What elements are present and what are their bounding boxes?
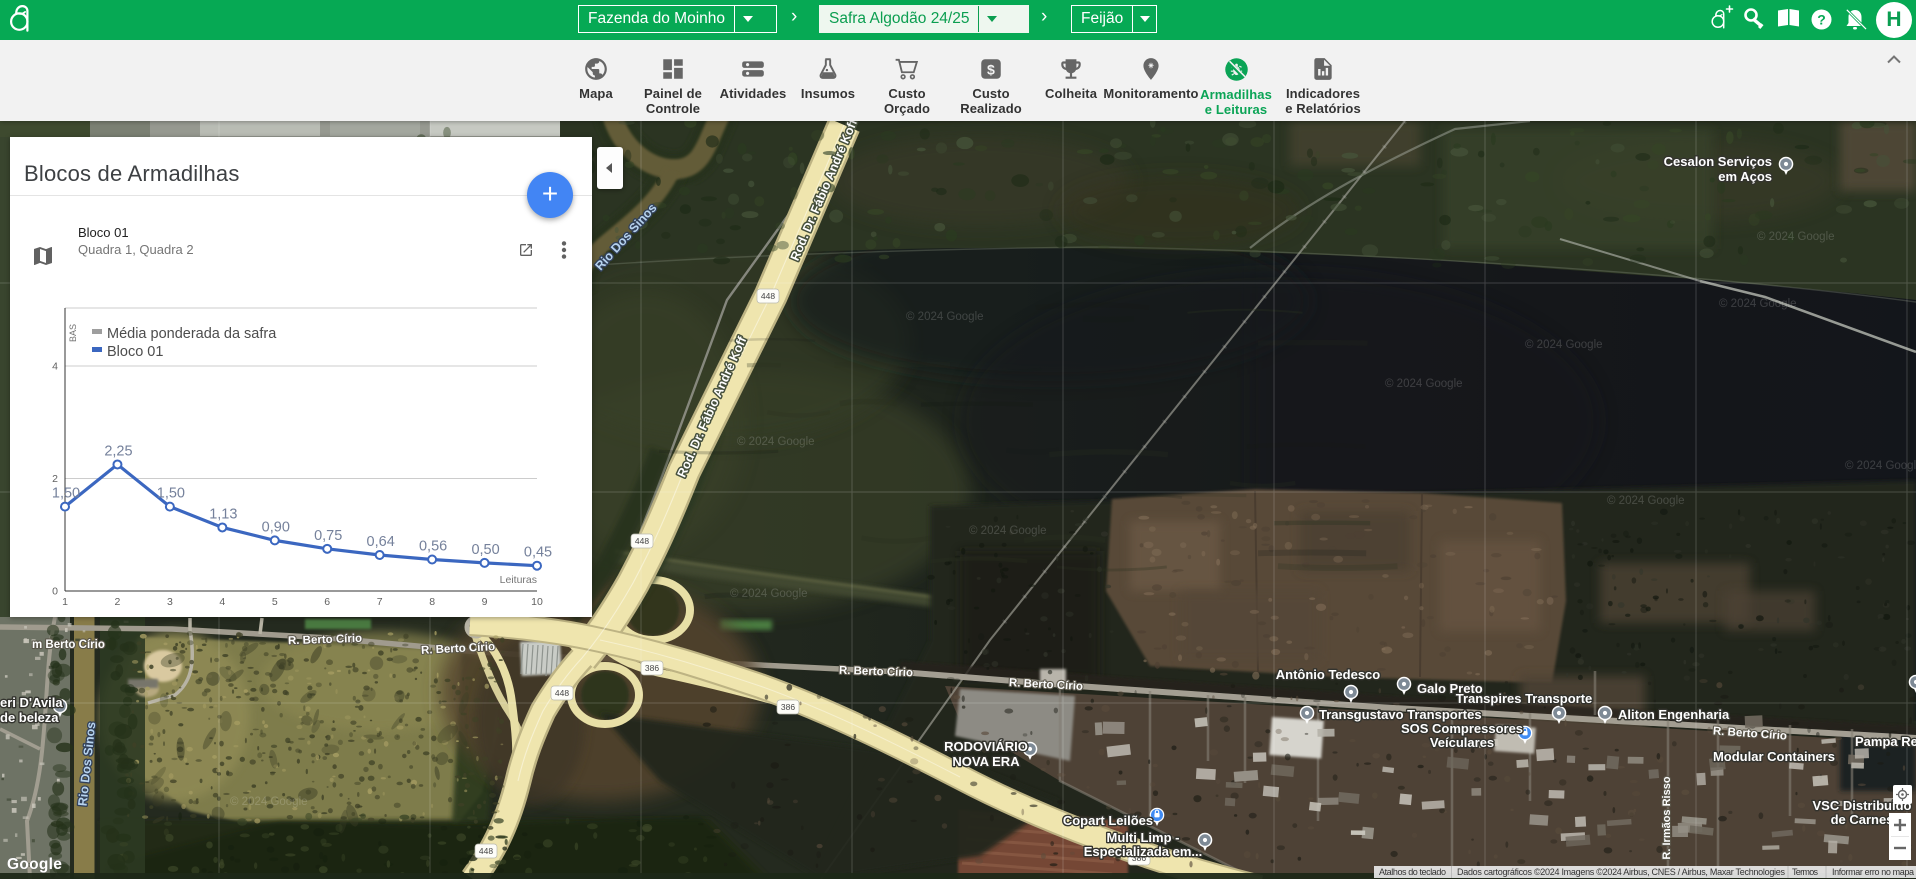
svg-text:4: 4 [52, 361, 58, 373]
svg-text:8: 8 [429, 596, 435, 608]
svg-text:Pampa Req: Pampa Req [1855, 734, 1916, 749]
svg-text:R. Irmãos Risso: R. Irmãos Risso [1661, 776, 1673, 859]
svg-text:Média ponderada da safra: Média ponderada da safra [107, 326, 277, 342]
svg-text:7: 7 [377, 596, 383, 608]
svg-text:© 2024 Google: © 2024 Google [1525, 339, 1603, 351]
svg-text:2: 2 [115, 596, 121, 608]
svg-text:1,50: 1,50 [52, 486, 80, 502]
svg-text:Transpires Transporte: Transpires Transporte [1456, 691, 1593, 706]
svg-text:SOS Compressores: SOS Compressores [1401, 721, 1523, 736]
svg-text:Dados cartográficos ©2024 Imag: Dados cartográficos ©2024 Imagens ©2024 … [1457, 867, 1786, 877]
svg-text:Bloco 01: Bloco 01 [107, 344, 163, 360]
svg-text:0,45: 0,45 [524, 545, 552, 561]
svg-text:6: 6 [324, 596, 330, 608]
svg-text:© 2024 Google: © 2024 Google [969, 525, 1047, 537]
svg-text:Transgustavo Transportes: Transgustavo Transportes [1319, 707, 1482, 722]
svg-text:de beleza: de beleza [0, 710, 59, 725]
svg-text:© 2024 Google: © 2024 Google [230, 796, 308, 808]
svg-text:448: 448 [479, 846, 493, 856]
svg-text:Cesalon Serviços: Cesalon Serviços [1664, 154, 1772, 169]
svg-text:448: 448 [635, 536, 649, 546]
svg-text:© 2024 Google: © 2024 Google [906, 311, 984, 323]
svg-text:de Carnes: de Carnes [1831, 812, 1894, 827]
svg-text:Leituras: Leituras [500, 574, 537, 586]
svg-text:Aliton Engenharia: Aliton Engenharia [1618, 707, 1730, 722]
svg-text:© 2024 Google: © 2024 Google [1719, 298, 1797, 310]
svg-text:eri D'Avila: eri D'Avila [0, 695, 63, 710]
svg-text:© 2024 Google: © 2024 Google [730, 588, 808, 600]
svg-text:Copart Leilões: Copart Leilões [1063, 813, 1153, 828]
svg-text:3: 3 [167, 596, 173, 608]
svg-text:448: 448 [761, 291, 775, 301]
svg-text:em Aços: em Aços [1718, 169, 1772, 184]
svg-text:4: 4 [219, 596, 225, 608]
svg-text:Multi Limp -: Multi Limp - [1107, 830, 1180, 845]
svg-text:2: 2 [52, 473, 58, 485]
svg-text:BAS: BAS [68, 324, 78, 342]
svg-text:5: 5 [272, 596, 278, 608]
svg-text:Especializada em...: Especializada em... [1084, 844, 1203, 859]
svg-text:Termos: Termos [1792, 867, 1819, 877]
svg-text:m Berto Círio: m Berto Círio [32, 639, 105, 651]
svg-text:© 2024 Google: © 2024 Google [1385, 378, 1463, 390]
svg-text:$: $ [987, 61, 995, 77]
svg-text:Veículares: Veículares [1430, 735, 1494, 750]
svg-text:Antônio Tedesco: Antônio Tedesco [1276, 667, 1381, 682]
svg-text:448: 448 [555, 688, 569, 698]
svg-text:0,64: 0,64 [367, 534, 395, 550]
svg-text:Modular Containers: Modular Containers [1713, 749, 1835, 764]
svg-text:1,50: 1,50 [157, 486, 185, 502]
svg-text:0,90: 0,90 [262, 519, 290, 535]
svg-text:386: 386 [645, 663, 659, 673]
svg-text:NOVA ERA: NOVA ERA [952, 754, 1020, 769]
svg-text:10: 10 [531, 596, 543, 608]
svg-text:0: 0 [52, 586, 58, 598]
svg-text:0,75: 0,75 [314, 528, 342, 544]
svg-text:© 2024 Google: © 2024 Google [1757, 231, 1835, 243]
svg-text:Google: Google [7, 856, 62, 873]
svg-text:Atalhos do teclado: Atalhos do teclado [1379, 867, 1446, 877]
svg-text:RODOVIÁRIO: RODOVIÁRIO [944, 739, 1028, 754]
svg-text:?: ? [1817, 12, 1826, 28]
svg-text:Informar erro no mapa: Informar erro no mapa [1832, 867, 1914, 877]
svg-text:1: 1 [62, 596, 68, 608]
svg-text:© 2024 Google: © 2024 Google [1607, 495, 1685, 507]
svg-text:0,50: 0,50 [471, 542, 499, 558]
svg-text:© 2024 Google: © 2024 Google [1845, 460, 1916, 472]
svg-text:386: 386 [781, 702, 795, 712]
svg-text:© 2024 Google: © 2024 Google [737, 436, 815, 448]
svg-text:2,25: 2,25 [104, 443, 132, 459]
svg-text:0,56: 0,56 [419, 539, 447, 555]
svg-text:9: 9 [482, 596, 488, 608]
svg-text:1,13: 1,13 [209, 506, 237, 522]
